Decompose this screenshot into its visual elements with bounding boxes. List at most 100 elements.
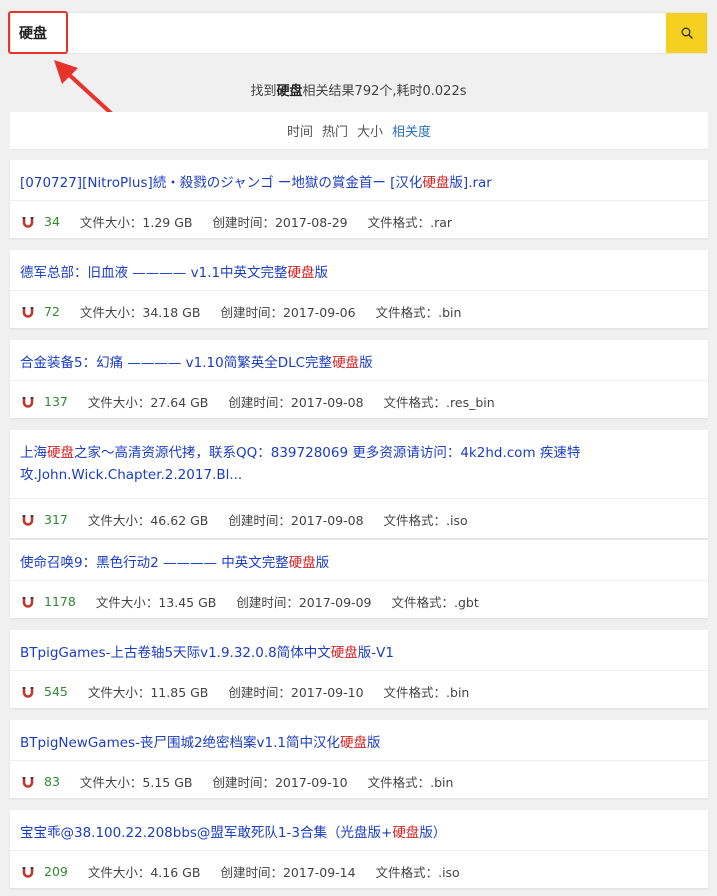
summary-suffix: 相关结果792个,耗时0.022s: [302, 84, 467, 99]
file-size: 文件大小：34.18 GB: [79, 305, 201, 320]
magnet-icon: [22, 514, 34, 526]
card-divider: [10, 580, 708, 581]
file-format: 文件格式：.bin: [367, 775, 454, 790]
created-date: 创建时间：2017-09-06: [220, 305, 356, 320]
magnet-count: 545: [44, 684, 68, 699]
magnet-count: 83: [44, 774, 60, 789]
result-title-link[interactable]: 德军总部：旧血液 ———— v1.1中英文完整硬盘版: [10, 250, 708, 284]
file-format: 文件格式：.res_bin: [383, 395, 495, 410]
sort-option-time[interactable]: 时间: [287, 121, 313, 140]
title-text: BTpigNewGames-丧尸围城2绝密档案v1.1简中汉化: [20, 735, 340, 751]
result-meta: 83 文件大小：5.15 GB 创建时间：2017-09-10 文件格式：.bin: [22, 772, 473, 791]
created-date: 创建时间：2017-09-10: [228, 685, 364, 700]
card-divider: [10, 290, 708, 291]
magnet-icon: [22, 596, 34, 608]
file-size: 文件大小：5.15 GB: [79, 775, 193, 790]
result-card: 上海硬盘之家～高清资源代拷，联系QQ：839728069 更多资源请访问：4k2…: [10, 430, 708, 538]
result-title-link[interactable]: 合金装备5：幻痛 ———— v1.10简繁英全DLC完整硬盘版: [10, 340, 708, 374]
magnet-icon: [22, 866, 34, 878]
card-divider: [10, 850, 708, 851]
magnet-count: 137: [44, 394, 68, 409]
title-text: 版: [359, 355, 373, 371]
keyword-highlight: 硬盘: [392, 825, 420, 841]
created-date: 创建时间：2017-09-08: [228, 395, 364, 410]
title-text: 宝宝乖@38.100.22.208bbs@盟军敢死队1-3合集（光盘版+: [20, 825, 393, 841]
result-meta: 317 文件大小：46.62 GB 创建时间：2017-09-08 文件格式：.iso: [22, 510, 488, 529]
file-size: 文件大小：4.16 GB: [87, 865, 201, 880]
keyword-highlight: 硬盘: [340, 735, 367, 751]
title-text: 版].rar: [449, 175, 492, 191]
keyword-highlight: 硬盘: [332, 355, 360, 371]
title-text: BTpigGames-上古卷轴5天际v1.9.32.0.8简体中文: [20, 645, 331, 661]
magnet-icon: [22, 686, 34, 698]
keyword-highlight: 硬盘: [422, 175, 450, 191]
keyword-highlight: 硬盘: [47, 445, 74, 461]
result-title-link[interactable]: BTpigGames-上古卷轴5天际v1.9.32.0.8简体中文硬盘版-V1: [10, 630, 708, 664]
result-title-link[interactable]: 上海硬盘之家～高清资源代拷，联系QQ：839728069 更多资源请访问：4k2…: [10, 430, 708, 486]
magnet-count: 1178: [44, 594, 76, 609]
file-size: 文件大小：27.64 GB: [87, 395, 209, 410]
magnet-count: 317: [44, 512, 68, 527]
file-size: 文件大小：1.29 GB: [79, 215, 193, 230]
magnet-count: 209: [44, 864, 68, 879]
file-format: 文件格式：.gbt: [391, 595, 479, 610]
result-card: [070727][NitroPlus]続・殺戮のジャンゴ ー地獄の賞金首ー [汉…: [10, 160, 708, 238]
result-meta: 545 文件大小：11.85 GB 创建时间：2017-09-10 文件格式：.bin: [22, 682, 489, 701]
created-date: 创建时间：2017-09-08: [228, 513, 364, 528]
result-meta: 137 文件大小：27.64 GB 创建时间：2017-09-08 文件格式：.res…: [22, 392, 515, 411]
title-text: 版: [314, 265, 329, 281]
file-format: 文件格式：.bin: [383, 685, 470, 700]
search-icon: [681, 27, 693, 39]
title-text: 版-V1: [357, 645, 394, 661]
created-date: 创建时间：2017-09-14: [220, 865, 356, 880]
title-text: 版）: [419, 825, 447, 841]
result-meta: 209 文件大小：4.16 GB 创建时间：2017-09-14 文件格式：.iso: [22, 862, 480, 881]
result-title-link[interactable]: 宝宝乖@38.100.22.208bbs@盟军敢死队1-3合集（光盘版+硬盘版）: [10, 810, 708, 844]
title-text: 之家～高清资源代拷，联系QQ：839728069 更多资源请访问：4k2hd.c…: [20, 445, 581, 483]
card-divider: [10, 200, 708, 201]
sort-option-relevance[interactable]: 相关度: [392, 121, 431, 140]
result-meta: 34 文件大小：1.29 GB 创建时间：2017-08-29 文件格式：.rar: [22, 212, 472, 231]
magnet-icon: [22, 306, 34, 318]
magnet-icon: [22, 776, 34, 788]
result-title-link[interactable]: 使命召唤9：黑色行动2 ———— 中英文完整硬盘版: [10, 540, 708, 574]
file-size: 文件大小：11.85 GB: [87, 685, 209, 700]
title-text: 上海: [20, 445, 47, 461]
result-card: 合金装备5：幻痛 ———— v1.10简繁英全DLC完整硬盘版 137 文件大小：2…: [10, 340, 708, 418]
title-text: 合金装备5：幻痛 ———— v1.10简繁英全DLC完整: [20, 355, 333, 371]
title-text: [070727][NitroPlus]続・殺戮のジャンゴ ー地獄の賞金首ー [汉…: [20, 175, 423, 191]
result-card: BTpigNewGames-丧尸围城2绝密档案v1.1简中汉化硬盘版 83 文件大小…: [10, 720, 708, 798]
search-input[interactable]: [11, 13, 668, 53]
sort-option-size[interactable]: 大小: [357, 121, 383, 140]
file-size: 文件大小：46.62 GB: [87, 513, 209, 528]
file-size: 文件大小：13.45 GB: [95, 595, 217, 610]
magnet-count: 34: [44, 214, 60, 229]
result-title-link[interactable]: BTpigNewGames-丧尸围城2绝密档案v1.1简中汉化硬盘版: [10, 720, 708, 754]
keyword-highlight: 硬盘: [288, 555, 316, 571]
summary-keyword: 硬盘: [276, 84, 303, 99]
card-divider: [10, 380, 708, 381]
magnet-icon: [22, 216, 34, 228]
file-format: 文件格式：.iso: [383, 513, 468, 528]
card-divider: [10, 498, 708, 499]
sort-bar: 时间 热门 大小 相关度: [10, 112, 708, 150]
result-summary: 找到硬盘相关结果792个,耗时0.022s: [0, 80, 717, 99]
card-divider: [10, 760, 708, 761]
magnet-count: 72: [44, 304, 60, 319]
result-card: 宝宝乖@38.100.22.208bbs@盟军敢死队1-3合集（光盘版+硬盘版）…: [10, 810, 708, 888]
created-date: 创建时间：2017-09-09: [236, 595, 372, 610]
sort-option-hot[interactable]: 热门: [322, 121, 348, 140]
created-date: 创建时间：2017-08-29: [212, 215, 348, 230]
result-title-link[interactable]: [070727][NitroPlus]続・殺戮のジャンゴ ー地獄の賞金首ー [汉…: [10, 160, 708, 194]
title-text: 德军总部：旧血液 ———— v1.1中英文完整: [20, 265, 288, 281]
summary-prefix: 找到: [250, 84, 277, 99]
result-meta: 1178 文件大小：13.45 GB 创建时间：2017-09-09 文件格式：.gb…: [22, 592, 499, 611]
search-button[interactable]: [666, 13, 707, 53]
result-card: 德军总部：旧血液 ———— v1.1中英文完整硬盘版 72 文件大小：34.18 G…: [10, 250, 708, 328]
title-text: 版: [315, 555, 330, 571]
magnet-icon: [22, 396, 34, 408]
file-format: 文件格式：.rar: [367, 215, 453, 230]
result-card: 使命召唤9：黑色行动2 ———— 中英文完整硬盘版 1178 文件大小：13.45 …: [10, 540, 708, 618]
file-format: 文件格式：.iso: [375, 865, 460, 880]
keyword-highlight: 硬盘: [287, 265, 315, 281]
